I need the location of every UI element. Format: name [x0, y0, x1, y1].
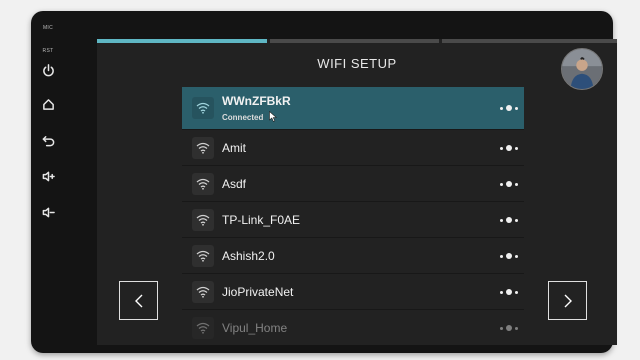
network-ssid: Ashish2.0	[222, 249, 275, 263]
wifi-network-item[interactable]: Ashish2.0	[182, 238, 524, 274]
mouse-cursor-icon	[269, 111, 277, 122]
wifi-network-item[interactable]: TP-Link_F0AE	[182, 202, 524, 238]
more-options-button[interactable]	[500, 180, 518, 188]
back-icon	[42, 135, 54, 146]
progress-separator	[267, 39, 270, 43]
user-avatar[interactable]	[561, 48, 603, 90]
next-button[interactable]	[548, 281, 587, 320]
more-options-button[interactable]	[500, 144, 518, 152]
more-options-button[interactable]	[500, 252, 518, 260]
network-ssid: Vipul_Home	[222, 321, 288, 335]
volume-down-button[interactable]	[37, 201, 59, 223]
wifi-icon	[192, 97, 214, 119]
volume-up-icon	[42, 171, 55, 181]
wifi-icon	[192, 317, 214, 339]
more-options-button[interactable]	[500, 324, 518, 332]
wifi-network-item[interactable]: Asdf	[182, 166, 524, 202]
home-icon	[42, 98, 54, 110]
chevron-right-icon	[564, 294, 572, 307]
wifi-icon	[192, 137, 214, 159]
step-progress-bar	[97, 39, 617, 43]
person-icon	[562, 49, 602, 89]
power-icon	[42, 63, 54, 76]
more-options-button[interactable]	[500, 104, 518, 112]
network-ssid: TP-Link_F0AE	[222, 213, 301, 227]
volume-down-icon	[42, 207, 55, 217]
mic-label: MIC	[42, 25, 54, 31]
more-options-button[interactable]	[500, 288, 518, 296]
side-button-panel: MIC RST	[31, 11, 65, 353]
power-button[interactable]	[37, 59, 59, 81]
wifi-network-item[interactable]: Amit	[182, 130, 524, 166]
network-ssid: WWnZFBkR	[222, 94, 291, 108]
connection-status: Connected	[222, 113, 264, 122]
volume-up-button[interactable]	[37, 165, 59, 187]
wifi-icon	[192, 281, 214, 303]
wifi-icon	[192, 173, 214, 195]
wifi-setup-screen: WIFI SETUP WWnZFBkR Connected Amit Asdf …	[97, 39, 617, 345]
progress-separator	[439, 39, 442, 43]
network-ssid: Asdf	[222, 177, 247, 191]
previous-button[interactable]	[119, 281, 158, 320]
more-options-button[interactable]	[500, 216, 518, 224]
network-ssid: JioPrivateNet	[222, 285, 294, 299]
chevron-left-icon	[134, 294, 142, 307]
home-button[interactable]	[37, 93, 59, 115]
wifi-network-item[interactable]: WWnZFBkR Connected	[182, 87, 524, 130]
wifi-icon	[192, 245, 214, 267]
wifi-icon	[192, 209, 214, 231]
wifi-network-item[interactable]: Vipul_Home	[182, 310, 524, 345]
step-progress-fill	[97, 39, 267, 43]
head-unit-device: MIC RST WIFI SETUP WWnZFBkR Connected Am…	[31, 11, 617, 353]
page-title: WIFI SETUP	[317, 56, 397, 71]
wifi-network-item[interactable]: JioPrivateNet	[182, 274, 524, 310]
back-button[interactable]	[37, 129, 59, 151]
network-ssid: Amit	[222, 141, 246, 155]
rst-label[interactable]: RST	[31, 48, 65, 54]
wifi-network-list: WWnZFBkR Connected Amit Asdf TP-Link_F0A…	[182, 87, 524, 345]
